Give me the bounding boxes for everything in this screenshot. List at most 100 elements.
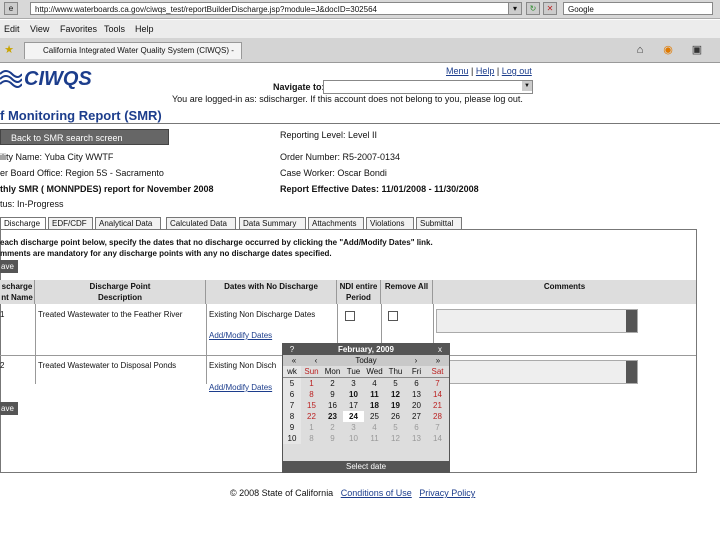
- calendar-week-header: wk: [283, 366, 301, 377]
- menu-help[interactable]: Help: [135, 24, 154, 34]
- calendar-day[interactable]: 10: [343, 389, 364, 400]
- title-divider: [0, 123, 720, 124]
- calendar-day[interactable]: 12: [385, 433, 406, 444]
- stop-icon[interactable]: ✕: [543, 2, 557, 15]
- calendar-week-number: 9: [283, 422, 301, 433]
- privacy-policy-link[interactable]: Privacy Policy: [419, 488, 475, 498]
- calendar-day[interactable]: 4: [364, 378, 385, 389]
- calendar-day[interactable]: 12: [385, 389, 406, 400]
- row1-add-modify-dates-link[interactable]: Add/Modify Dates: [209, 331, 272, 340]
- calendar-week-row: 91234567: [283, 422, 449, 433]
- calendar-day[interactable]: 21: [427, 400, 448, 411]
- logout-link[interactable]: Log out: [502, 66, 532, 76]
- calendar-close-button[interactable]: x: [431, 344, 449, 355]
- row1-comments-textarea[interactable]: [436, 309, 638, 333]
- calendar-day[interactable]: 11: [364, 389, 385, 400]
- menu-link[interactable]: Menu: [446, 66, 469, 76]
- conditions-of-use-link[interactable]: Conditions of Use: [341, 488, 412, 498]
- row2-comments-textarea[interactable]: [436, 360, 638, 384]
- calendar-day[interactable]: 13: [406, 433, 427, 444]
- calendar-day[interactable]: 13: [406, 389, 427, 400]
- calendar-day[interactable]: 24: [343, 411, 364, 422]
- calendar-day-header: Sat: [431, 367, 444, 376]
- row2-add-modify-dates-link[interactable]: Add/Modify Dates: [209, 383, 272, 392]
- calendar-day[interactable]: 4: [364, 422, 385, 433]
- menu-edit[interactable]: Edit: [4, 24, 20, 34]
- header-ndi-period: NDI entire Period: [337, 280, 381, 304]
- page-footer: © 2008 State of California Conditions of…: [230, 488, 475, 498]
- calendar-day-header: Tue: [346, 367, 361, 376]
- calendar-day[interactable]: 6: [406, 422, 427, 433]
- tab-analytical-data[interactable]: Analytical Data: [95, 217, 161, 229]
- menu-tools[interactable]: Tools: [104, 24, 125, 34]
- calendar-day[interactable]: 16: [322, 400, 343, 411]
- calendar-day[interactable]: 7: [427, 422, 448, 433]
- help-link[interactable]: Help: [476, 66, 495, 76]
- tab-discharge[interactable]: Discharge: [0, 217, 46, 229]
- calendar-today-button[interactable]: Today: [327, 355, 405, 366]
- calendar-day[interactable]: 3: [343, 378, 364, 389]
- row2-comments-scrollbar[interactable]: [626, 361, 637, 383]
- calendar-day[interactable]: 22: [301, 411, 322, 422]
- tab-edf-cdf[interactable]: EDF/CDF: [48, 217, 93, 229]
- menu-favorites[interactable]: Favorites: [60, 24, 97, 34]
- tab-attachments[interactable]: Attachments: [308, 217, 364, 229]
- calendar-prev-year[interactable]: «: [283, 355, 305, 366]
- calendar-prev-month[interactable]: ‹: [305, 355, 327, 366]
- save-button-bottom[interactable]: ave: [0, 402, 18, 415]
- calendar-day[interactable]: 8: [301, 433, 322, 444]
- refresh-icon[interactable]: ↻: [526, 2, 540, 15]
- calendar-day[interactable]: 23: [322, 411, 343, 422]
- calendar-day[interactable]: 19: [385, 400, 406, 411]
- tab-data-summary[interactable]: Data Summary: [239, 217, 306, 229]
- calendar-day[interactable]: 15: [301, 400, 322, 411]
- save-button[interactable]: ave: [0, 260, 18, 273]
- url-dropdown-icon[interactable]: ▾: [508, 2, 522, 15]
- calendar-day[interactable]: 3: [343, 422, 364, 433]
- tab-submittal[interactable]: Submittal: [416, 217, 462, 229]
- calendar-day[interactable]: 14: [427, 389, 448, 400]
- favorites-star-icon[interactable]: ★: [2, 43, 16, 57]
- calendar-day[interactable]: 8: [301, 389, 322, 400]
- calendar-day[interactable]: 17: [343, 400, 364, 411]
- calendar-grid: 5 1 2 3 4 5 6 7 6 8 9 10 11 12 13 14 7 15 16 17 18 19 20 21 8 22 2…: [283, 378, 449, 444]
- print-icon[interactable]: ▣: [690, 43, 704, 57]
- tab-violations[interactable]: Violations: [366, 217, 414, 229]
- calendar-day[interactable]: 26: [385, 411, 406, 422]
- calendar-day[interactable]: 11: [364, 433, 385, 444]
- calendar-day[interactable]: 6: [406, 378, 427, 389]
- search-input[interactable]: Google: [563, 2, 713, 15]
- home-icon[interactable]: ⌂: [633, 43, 647, 57]
- row1-remove-all-checkbox[interactable]: [388, 311, 398, 321]
- calendar-day[interactable]: 5: [385, 378, 406, 389]
- calendar-next-month[interactable]: ›: [405, 355, 427, 366]
- calendar-day[interactable]: 9: [322, 389, 343, 400]
- calendar-day[interactable]: 25: [364, 411, 385, 422]
- calendar-day[interactable]: 9: [322, 433, 343, 444]
- calendar-day[interactable]: 5: [385, 422, 406, 433]
- table-divider: [433, 304, 434, 344]
- navigate-select[interactable]: ▼: [323, 80, 533, 94]
- calendar-day[interactable]: 20: [406, 400, 427, 411]
- tab-calculated-data[interactable]: Calculated Data: [166, 217, 236, 229]
- calendar-day[interactable]: 27: [406, 411, 427, 422]
- calendar-day[interactable]: 18: [364, 400, 385, 411]
- url-input[interactable]: http://www.waterboards.ca.gov/ciwqs_test…: [30, 2, 520, 15]
- calendar-day[interactable]: 2: [322, 378, 343, 389]
- row1-comments-scrollbar[interactable]: [626, 310, 637, 332]
- calendar-day[interactable]: 14: [427, 433, 448, 444]
- calendar-day[interactable]: 1: [301, 378, 322, 389]
- calendar-day[interactable]: 7: [427, 378, 448, 389]
- calendar-day[interactable]: 28: [427, 411, 448, 422]
- calendar-day[interactable]: 1: [301, 422, 322, 433]
- row1-ndi-checkbox[interactable]: [345, 311, 355, 321]
- menu-view[interactable]: View: [30, 24, 49, 34]
- back-to-search-button[interactable]: Back to SMR search screen: [0, 129, 169, 145]
- calendar-day[interactable]: 2: [322, 422, 343, 433]
- browser-tab[interactable]: California Integrated Water Quality Syst…: [24, 42, 242, 59]
- calendar-day[interactable]: 10: [343, 433, 364, 444]
- calendar-next-year[interactable]: »: [427, 355, 449, 366]
- calendar-week-number: 7: [283, 400, 301, 411]
- calendar-help-button[interactable]: ?: [283, 344, 301, 355]
- feeds-icon[interactable]: ◉: [661, 43, 675, 57]
